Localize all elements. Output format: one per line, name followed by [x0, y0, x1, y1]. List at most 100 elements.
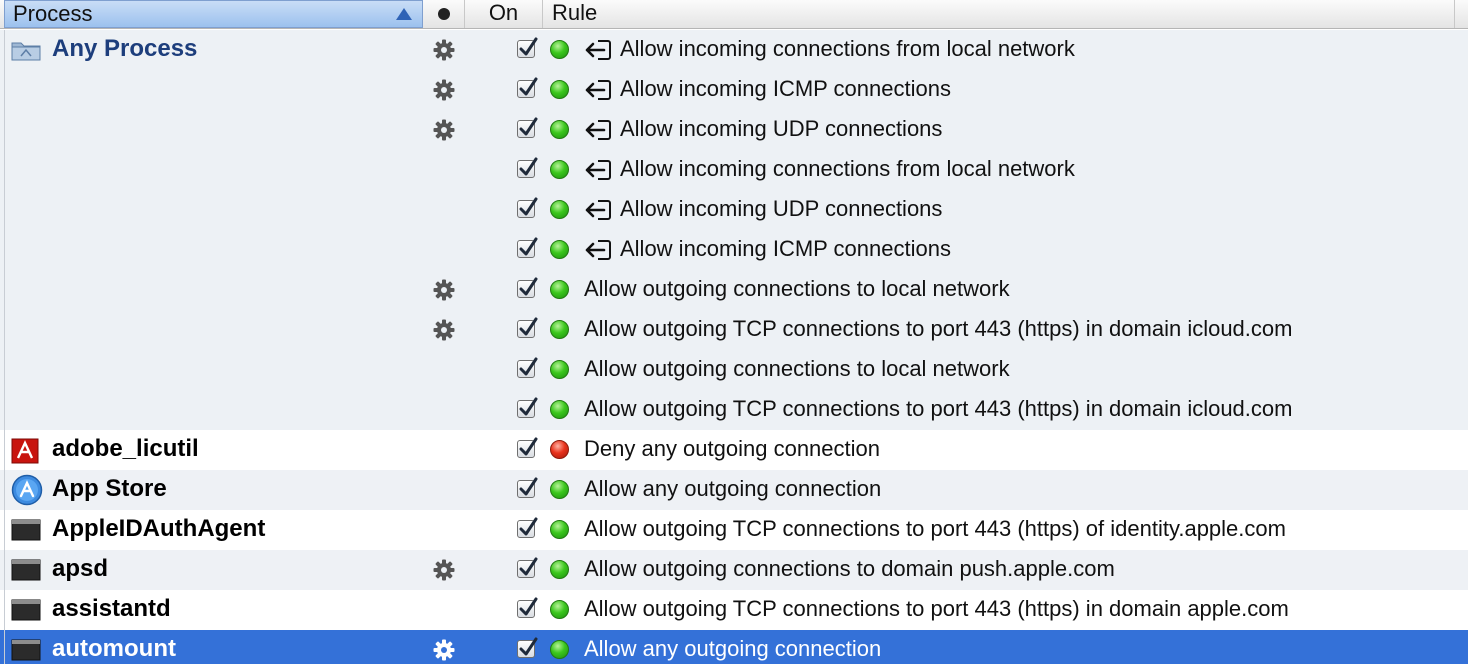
rule-enabled-checkbox[interactable]	[517, 397, 538, 418]
gear-icon[interactable]	[432, 558, 456, 582]
rule-enabled-checkbox[interactable]	[517, 157, 538, 178]
incoming-connection-icon	[584, 238, 612, 262]
rule-enabled-checkbox[interactable]	[517, 117, 538, 138]
process-name: assistantd	[52, 595, 171, 622]
column-header-active[interactable]	[423, 0, 465, 28]
rule-description: Allow outgoing connections to domain pus…	[584, 556, 1115, 581]
rules-table: Process On Rule Any Process Allow incomin…	[0, 0, 1468, 664]
rule-description: Deny any outgoing connection	[584, 436, 880, 461]
allow-status-icon	[550, 200, 569, 219]
gear-icon[interactable]	[432, 318, 456, 342]
terminal-icon	[11, 558, 41, 582]
left-border	[4, 30, 5, 664]
incoming-connection-icon	[584, 78, 612, 102]
column-header-filler	[1454, 0, 1468, 28]
incoming-connection-icon	[584, 198, 612, 222]
process-name: adobe_licutil	[52, 435, 199, 462]
allow-status-icon	[550, 480, 569, 499]
rule-description: Allow outgoing TCP connections to port 4…	[584, 396, 1293, 421]
process-name: apsd	[52, 555, 109, 582]
incoming-connection-icon	[584, 158, 612, 182]
table-row[interactable]: Allow outgoing TCP connections to port 4…	[0, 390, 1468, 430]
table-row[interactable]: Allow outgoing connections to local netw…	[0, 350, 1468, 390]
gear-icon[interactable]	[432, 78, 456, 102]
allow-status-icon	[550, 360, 569, 379]
rule-enabled-checkbox[interactable]	[517, 437, 538, 458]
terminal-icon	[11, 638, 41, 662]
gear-icon[interactable]	[432, 118, 456, 142]
allow-status-icon	[550, 240, 569, 259]
column-header-process[interactable]: Process	[4, 0, 423, 28]
rule-description: Allow incoming ICMP connections	[620, 236, 951, 261]
table-row[interactable]: adobe_licutil Deny any outgoing connectio…	[0, 430, 1468, 470]
process-name: Any Process	[52, 35, 198, 62]
rule-enabled-checkbox[interactable]	[517, 637, 538, 658]
rule-enabled-checkbox[interactable]	[517, 37, 538, 58]
rule-description: Allow any outgoing connection	[584, 476, 882, 501]
table-row[interactable]: AppleIDAuthAgent Allow outgoing TCP conne…	[0, 510, 1468, 550]
rule-enabled-checkbox[interactable]	[517, 597, 538, 618]
allow-status-icon	[550, 320, 569, 339]
table-header: Process On Rule	[0, 0, 1468, 29]
table-row[interactable]: Allow incoming ICMP connections	[0, 70, 1468, 110]
terminal-icon	[11, 518, 41, 542]
rule-enabled-checkbox[interactable]	[517, 237, 538, 258]
rule-enabled-checkbox[interactable]	[517, 477, 538, 498]
app-store-icon	[11, 474, 43, 506]
table-row[interactable]: Allow incoming connections from local ne…	[0, 150, 1468, 190]
gear-icon[interactable]	[432, 278, 456, 302]
rule-enabled-checkbox[interactable]	[517, 357, 538, 378]
rule-enabled-checkbox[interactable]	[517, 557, 538, 578]
column-header-on[interactable]: On	[465, 0, 543, 28]
rule-description: Allow incoming UDP connections	[620, 116, 943, 141]
rule-enabled-checkbox[interactable]	[517, 517, 538, 538]
allow-status-icon	[550, 120, 569, 139]
rule-enabled-checkbox[interactable]	[517, 317, 538, 338]
table-row[interactable]: Allow incoming UDP connections	[0, 110, 1468, 150]
allow-status-icon	[550, 40, 569, 59]
rule-description: Allow incoming connections from local ne…	[620, 36, 1075, 61]
incoming-connection-icon	[584, 38, 612, 62]
allow-status-icon	[550, 280, 569, 299]
table-row[interactable]: apsd Allow outgoing connections to domain…	[0, 550, 1468, 590]
rule-description: Allow outgoing TCP connections to port 4…	[584, 316, 1293, 341]
allow-status-icon	[550, 600, 569, 619]
rule-description: Allow outgoing connections to local netw…	[584, 276, 1010, 301]
rule-description: Allow incoming connections from local ne…	[620, 156, 1075, 181]
folder-icon	[11, 38, 41, 62]
rule-description: Allow any outgoing connection	[584, 636, 882, 661]
process-name: automount	[52, 635, 176, 662]
adobe-icon	[11, 438, 41, 464]
process-name: AppleIDAuthAgent	[52, 515, 266, 542]
table-row[interactable]: App Store Allow any outgoing connection	[0, 470, 1468, 510]
table-row[interactable]: Allow incoming ICMP connections	[0, 230, 1468, 270]
table-row[interactable]: Allow incoming UDP connections	[0, 190, 1468, 230]
rule-enabled-checkbox[interactable]	[517, 77, 538, 98]
terminal-icon	[11, 598, 41, 622]
allow-status-icon	[550, 80, 569, 99]
column-header-process-label: Process	[13, 1, 93, 26]
rule-description: Allow outgoing TCP connections to port 4…	[584, 516, 1286, 541]
bullet-dot-icon	[437, 8, 450, 20]
process-name: App Store	[52, 475, 167, 502]
allow-status-icon	[550, 160, 569, 179]
column-header-on-label: On	[488, 0, 519, 25]
table-row[interactable]: Allow outgoing TCP connections to port 4…	[0, 310, 1468, 350]
rule-description: Allow outgoing connections to local netw…	[584, 356, 1010, 381]
allow-status-icon	[550, 400, 569, 419]
table-row[interactable]: Allow outgoing connections to local netw…	[0, 270, 1468, 310]
allow-status-icon	[550, 520, 569, 539]
table-row[interactable]: automount Allow any outgoing connection	[0, 630, 1468, 664]
rule-description: Allow incoming ICMP connections	[620, 76, 951, 101]
table-row[interactable]: assistantd Allow outgoing TCP connections…	[0, 590, 1468, 630]
gear-icon[interactable]	[432, 638, 456, 662]
allow-status-icon	[550, 640, 569, 659]
rule-enabled-checkbox[interactable]	[517, 277, 538, 298]
allow-status-icon	[550, 560, 569, 579]
table-row[interactable]: Any Process Allow incoming connections fr…	[0, 30, 1468, 70]
gear-icon[interactable]	[432, 38, 456, 62]
rule-description: Allow outgoing TCP connections to port 4…	[584, 596, 1289, 621]
column-header-rule-label: Rule	[552, 0, 598, 25]
column-header-rule[interactable]: Rule	[552, 0, 1452, 28]
rule-enabled-checkbox[interactable]	[517, 197, 538, 218]
